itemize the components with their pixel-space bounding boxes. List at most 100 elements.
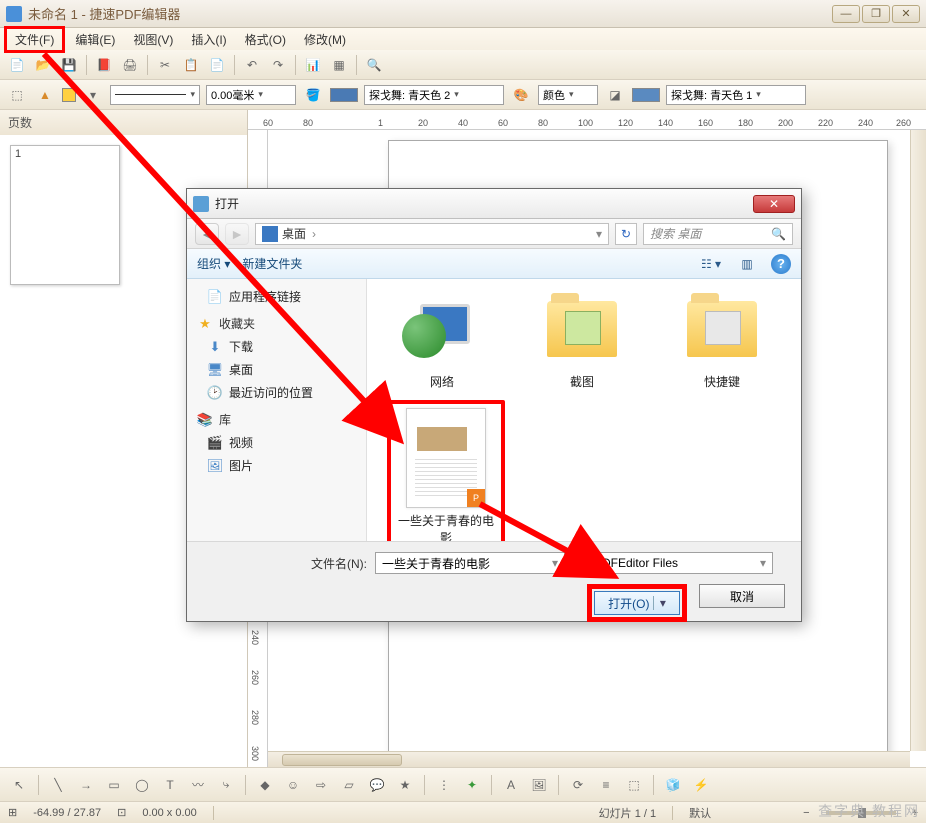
open-dropdown-arrow[interactable]: ▾ [653, 596, 666, 610]
style1-combo[interactable]: 探戈舞: 青天色 2 ▾ [364, 85, 504, 105]
align-icon[interactable]: ≡ [595, 774, 617, 796]
refresh-button[interactable]: ↻ [615, 223, 637, 245]
symbols-icon[interactable]: ☺ [282, 774, 304, 796]
sidebar-apps[interactable]: 📄应用程序链接 [187, 285, 366, 308]
filename-input[interactable]: 一些关于青春的电影 ▾ [375, 552, 565, 574]
curve-icon[interactable]: 〰 [187, 774, 209, 796]
vertical-scrollbar[interactable] [910, 130, 926, 751]
select-icon[interactable]: ↖ [8, 774, 30, 796]
arrange-icon[interactable]: ⬚ [623, 774, 645, 796]
size-combo[interactable]: 0.00毫米 ▾ [206, 85, 296, 105]
line-style-combo[interactable]: ▾ [110, 85, 200, 105]
open-icon[interactable]: 📂 [32, 54, 54, 76]
menu-insert[interactable]: 插入(I) [183, 29, 234, 50]
status-mode: 默认 [689, 805, 711, 821]
color-label-combo[interactable]: 颜色 ▾ [538, 85, 598, 105]
sidebar-downloads[interactable]: ⬇下载 [187, 335, 366, 358]
chart-icon[interactable]: 📊 [302, 54, 324, 76]
sidebar-library-header[interactable]: 📚库 [187, 408, 366, 431]
sidebar-recent[interactable]: 🕑最近访问的位置 [187, 381, 366, 404]
star-icon[interactable]: ★ [394, 774, 416, 796]
callout-icon[interactable]: 💬 [366, 774, 388, 796]
print-icon[interactable]: 🖨 [119, 54, 141, 76]
find-icon[interactable]: 🔍 [363, 54, 385, 76]
gluepoint-icon[interactable]: ✦ [461, 774, 483, 796]
menu-edit[interactable]: 编辑(E) [67, 29, 123, 50]
file-shortcut-folder[interactable]: 快捷键 [667, 289, 777, 390]
pointer-icon[interactable]: ⬚ [6, 84, 28, 106]
preview-pane-button[interactable]: ▥ [735, 253, 759, 275]
page-thumbnail[interactable]: 1 [10, 145, 120, 285]
bucket-icon[interactable]: 🎨 [510, 84, 532, 106]
table-icon[interactable]: ▦ [328, 54, 350, 76]
paste-icon[interactable]: 📄 [206, 54, 228, 76]
help-button[interactable]: ? [771, 254, 791, 274]
sidebar-videos[interactable]: 🎬视频 [187, 431, 366, 454]
file-screenshot-folder[interactable]: 截图 [527, 289, 637, 390]
zoom-out-icon[interactable]: − [803, 807, 809, 819]
scroll-thumb[interactable] [282, 754, 402, 766]
export-pdf-icon[interactable]: 📕 [93, 54, 115, 76]
nav-forward-button[interactable]: ► [225, 223, 249, 245]
line-icon[interactable]: ╲ [47, 774, 69, 796]
breadcrumb[interactable]: 桌面 › ▾ [255, 223, 609, 245]
nav-back-button[interactable]: ◄ [195, 223, 219, 245]
interaction-icon[interactable]: ⚡ [690, 774, 712, 796]
menu-view[interactable]: 视图(V) [125, 29, 181, 50]
connector-icon[interactable]: ⤷ [215, 774, 237, 796]
file-selected-pdf[interactable]: P 一些关于青春的电影 [387, 400, 505, 541]
cancel-button[interactable]: 取消 [699, 584, 785, 608]
style2-combo[interactable]: 探戈舞: 青天色 1 ▾ [666, 85, 806, 105]
copy-icon[interactable]: 📋 [180, 54, 202, 76]
highlight-icon[interactable]: ▲ [34, 84, 56, 106]
chevron-down-icon: ▾ [258, 89, 263, 100]
sidebar-desktop[interactable]: 🖥桌面 [187, 358, 366, 381]
sidebar-favorites-header[interactable]: ★收藏夹 [187, 312, 366, 335]
cut-icon[interactable]: ✂ [154, 54, 176, 76]
color-yellow[interactable] [62, 88, 76, 102]
style2-swatch[interactable] [632, 88, 660, 102]
fontwork-icon[interactable]: A [500, 774, 522, 796]
filetype-select[interactable]: JSPDFEditor Files ▾ [573, 552, 773, 574]
file-network[interactable]: 网络 [387, 289, 497, 390]
ellipse-icon[interactable]: ◯ [131, 774, 153, 796]
close-button[interactable]: ✕ [892, 5, 920, 23]
arrow-icon[interactable]: → [75, 774, 97, 796]
menu-format[interactable]: 格式(O) [237, 29, 294, 50]
rotate-icon[interactable]: ⟳ [567, 774, 589, 796]
dialog-close-button[interactable]: ✕ [753, 195, 795, 213]
horizontal-scrollbar[interactable] [268, 751, 910, 767]
coords-icon: ⊞ [8, 806, 17, 819]
minimize-button[interactable]: — [832, 5, 860, 23]
text-icon[interactable]: T [159, 774, 181, 796]
new-doc-icon[interactable]: 📄 [6, 54, 28, 76]
menu-modify[interactable]: 修改(M) [296, 29, 354, 50]
fill-icon[interactable]: 🪣 [302, 84, 324, 106]
chevron-down-icon[interactable]: ▾ [596, 227, 602, 241]
3d-icon[interactable]: 🧊 [662, 774, 684, 796]
search-input[interactable]: 搜索 桌面 🔍 [643, 223, 793, 245]
points-icon[interactable]: ⋮ [433, 774, 455, 796]
recent-icon: 🕑 [207, 385, 223, 401]
menu-file[interactable]: 文件(F) [4, 26, 65, 53]
shapes-icon[interactable]: ◆ [254, 774, 276, 796]
dropdown-icon[interactable]: ▾ [82, 84, 104, 106]
shadow-icon[interactable]: ◪ [604, 84, 626, 106]
view-mode-button[interactable]: ☷ ▾ [699, 253, 723, 275]
maximize-button[interactable]: ❐ [862, 5, 890, 23]
image-icon[interactable]: 🖼 [528, 774, 550, 796]
open-button[interactable]: 打开(O) ▾ [594, 591, 680, 615]
redo-icon[interactable]: ↷ [267, 54, 289, 76]
file-list[interactable]: 网络 截图 快捷键 P 一些关于青春的电影 [367, 279, 801, 541]
flowchart-icon[interactable]: ▱ [338, 774, 360, 796]
fill-color-swatch[interactable] [330, 88, 358, 102]
save-icon[interactable]: 💾 [58, 54, 80, 76]
separator [234, 55, 235, 75]
undo-icon[interactable]: ↶ [241, 54, 263, 76]
rect-icon[interactable]: ▭ [103, 774, 125, 796]
organize-button[interactable]: 组织 ▾ [197, 255, 230, 272]
arrows-icon[interactable]: ⇨ [310, 774, 332, 796]
sidebar-pictures[interactable]: 🖼图片 [187, 454, 366, 477]
new-folder-button[interactable]: 新建文件夹 [242, 255, 302, 272]
file-label: 一些关于青春的电影 [395, 512, 497, 541]
